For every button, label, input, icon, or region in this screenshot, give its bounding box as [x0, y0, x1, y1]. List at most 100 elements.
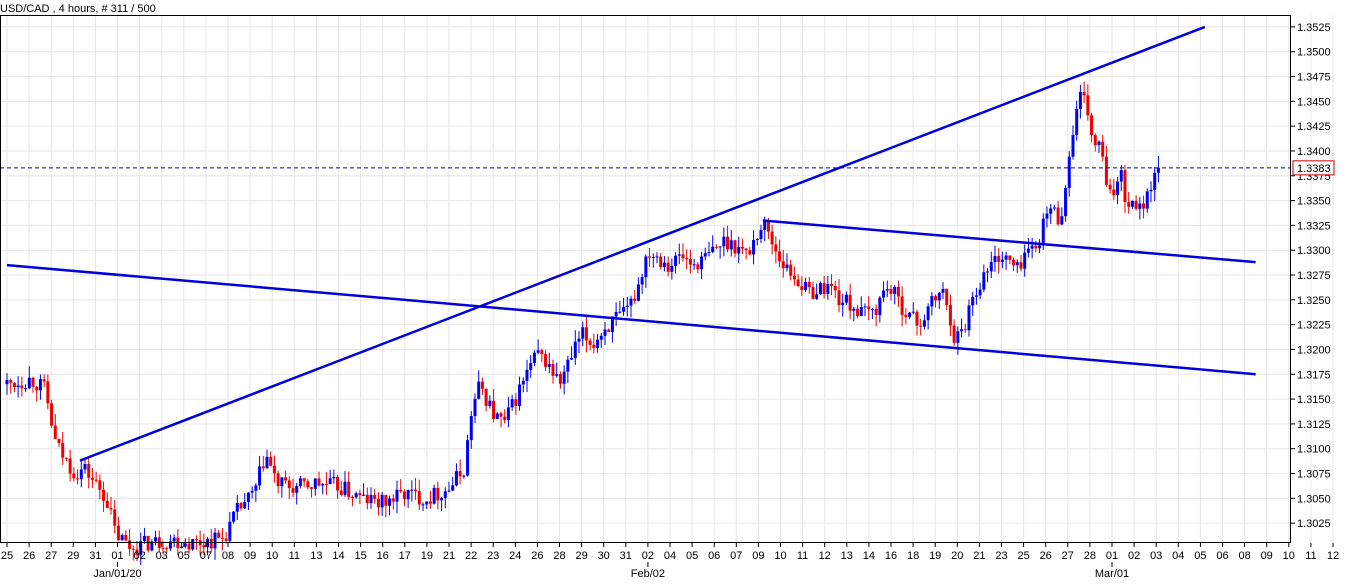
candle-body — [458, 471, 462, 477]
candle-body — [1015, 262, 1019, 266]
candle-body — [269, 456, 273, 466]
candle-body — [1116, 181, 1120, 196]
x-tick-label: 22 — [465, 550, 477, 562]
candle-body — [518, 384, 522, 406]
x-tick-label: 31 — [620, 550, 632, 562]
candle-body — [1004, 255, 1008, 260]
x-tick-label: 26 — [1040, 550, 1052, 562]
candle-body — [495, 413, 499, 419]
x-tick-label: 01 — [1106, 550, 1118, 562]
y-tick-label: 1.3450 — [1297, 96, 1331, 108]
candle-body — [180, 546, 184, 549]
candle-body — [1071, 134, 1075, 157]
candle-body — [904, 314, 908, 317]
candle-body — [347, 481, 351, 497]
candle-body — [428, 501, 432, 504]
x-tick-label: 05 — [686, 550, 698, 562]
candle-body — [1067, 156, 1071, 188]
x-tick-label: 11 — [797, 550, 808, 562]
candle-body — [618, 311, 622, 313]
candle-body — [874, 308, 878, 316]
candle-body — [659, 256, 663, 267]
candle-body — [700, 256, 704, 270]
candle-body — [1086, 95, 1090, 116]
x-tick-label: 25 — [1, 550, 13, 562]
x-tick-label: 04 — [1172, 550, 1184, 562]
candle-body — [718, 246, 722, 248]
candle-body — [276, 473, 280, 487]
candle-body — [852, 308, 856, 311]
candle-body — [1041, 218, 1045, 246]
candle-body — [692, 264, 696, 266]
candle-body — [380, 494, 384, 508]
candle-body — [818, 283, 822, 295]
candle-body — [388, 498, 392, 506]
x-tick-label: 16 — [377, 550, 389, 562]
candle-body — [677, 254, 681, 256]
x-tick-label: 07 — [200, 550, 212, 562]
candle-body — [484, 388, 488, 406]
y-tick-label: 1.3250 — [1297, 295, 1331, 307]
candle-body — [220, 537, 224, 539]
candle-body — [997, 256, 1001, 262]
x-tick-label: 02 — [1128, 550, 1140, 562]
candle-body — [1078, 91, 1082, 109]
candle-body — [1108, 184, 1112, 190]
candle-body — [971, 296, 975, 306]
x-tick-label: 09 — [1261, 550, 1273, 562]
candle-body — [1045, 213, 1049, 219]
candle-body — [440, 498, 444, 501]
candle-body — [454, 471, 458, 486]
candle-body — [982, 272, 986, 290]
x-tick-label: 10 — [1283, 550, 1295, 562]
candle-body — [79, 469, 83, 480]
candle-body — [194, 539, 198, 541]
candle-body — [614, 312, 618, 317]
x-tick-label: 12 — [1327, 550, 1339, 562]
candle-body — [1149, 189, 1153, 192]
y-tick-label: 1.3400 — [1297, 146, 1331, 158]
candle-body — [395, 489, 399, 502]
x-tick-label: 08 — [222, 550, 234, 562]
candle-body — [447, 490, 451, 492]
candle-body — [640, 277, 644, 285]
candle-body — [462, 475, 466, 477]
candle-body — [373, 495, 377, 499]
candle-body — [417, 491, 421, 505]
candle-body — [577, 338, 581, 342]
candle-body — [488, 400, 492, 406]
x-tick-label: 11 — [289, 550, 300, 562]
candle-body — [421, 504, 425, 506]
candle-body — [837, 290, 841, 306]
candle-body — [547, 364, 551, 367]
candle-body — [332, 476, 336, 479]
candle-body — [1104, 156, 1108, 185]
candle-body — [492, 400, 496, 419]
candle-body — [986, 271, 990, 273]
candle-body — [76, 478, 80, 480]
candle-body — [68, 458, 72, 474]
candle-body — [31, 377, 35, 387]
candle-body — [551, 364, 555, 376]
candle-body — [733, 240, 737, 254]
candle-body — [306, 481, 310, 488]
candle-body — [811, 287, 815, 299]
candle-body — [473, 398, 477, 417]
candle-body — [948, 304, 952, 326]
candle-body — [681, 254, 685, 259]
candle-body — [830, 284, 834, 287]
candle-body — [72, 473, 76, 479]
candle-body — [443, 491, 447, 499]
candle-body — [503, 416, 507, 421]
x-tick-label: 08 — [1238, 550, 1250, 562]
candle-body — [622, 306, 626, 312]
x-tick-label: 26 — [23, 550, 35, 562]
chart-title: USD/CAD , 4 hours, # 311 / 500 — [0, 3, 156, 15]
candle-body — [295, 485, 299, 493]
candle-body — [584, 327, 588, 341]
candle-body — [1030, 245, 1034, 249]
x-tick-label: 04 — [664, 550, 676, 562]
candle-body — [354, 493, 358, 498]
candle-body — [239, 503, 243, 509]
x-tick-label: 20 — [951, 550, 963, 562]
